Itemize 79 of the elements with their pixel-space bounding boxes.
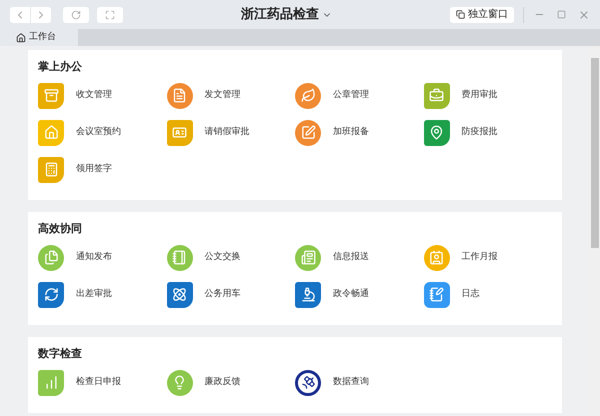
app-tile[interactable] — [38, 120, 64, 146]
archive-icon — [44, 88, 58, 103]
app-tile[interactable] — [295, 244, 321, 270]
scrollbar-thumb[interactable] — [591, 58, 599, 248]
section-title: 数字检查 — [38, 346, 83, 362]
app-tile[interactable] — [166, 244, 192, 270]
notebook-pen-icon — [429, 287, 444, 302]
close-icon — [578, 8, 590, 20]
satellite-icon — [300, 375, 316, 390]
app-tile[interactable] — [424, 120, 450, 146]
app-tile[interactable] — [424, 282, 450, 308]
window-copy-icon — [456, 10, 465, 19]
app-label[interactable]: 领用签字 — [76, 162, 112, 176]
app-label[interactable]: 信息报送 — [333, 250, 369, 264]
app-label[interactable]: 出差审批 — [76, 288, 112, 302]
files-icon — [44, 250, 58, 265]
app-tile[interactable] — [38, 82, 64, 108]
app-label[interactable]: 工作月报 — [462, 250, 498, 264]
app-tile[interactable] — [424, 244, 450, 270]
app-label[interactable]: 公务用车 — [204, 288, 240, 302]
contact-icon — [429, 250, 444, 265]
atom-icon — [172, 287, 187, 302]
forward-button[interactable] — [31, 6, 51, 22]
tab[interactable]: 工作台 — [0, 29, 78, 46]
app-tile[interactable] — [38, 282, 64, 308]
app-tile[interactable] — [38, 370, 64, 396]
leaf-icon — [300, 88, 316, 103]
section-title: 高效协同 — [38, 221, 83, 237]
app-label[interactable]: 请销假审批 — [204, 126, 250, 140]
app-tile[interactable] — [166, 282, 192, 308]
document-icon — [172, 88, 187, 103]
app-label[interactable]: 收文管理 — [76, 88, 112, 102]
notebook-icon — [172, 250, 187, 265]
fullscreen-icon — [105, 10, 115, 20]
app-label[interactable]: 公文交换 — [204, 250, 240, 264]
detach-window-button[interactable]: 独立窗口 — [450, 6, 514, 22]
app-label[interactable]: 检查日申报 — [76, 376, 121, 390]
window-title: 浙江药品检查 — [241, 6, 319, 24]
refresh-icon — [44, 287, 58, 302]
app-label[interactable]: 会议室预约 — [76, 126, 121, 140]
home-icon — [16, 32, 26, 42]
app-label[interactable]: 防疫报批 — [462, 126, 498, 140]
app-label[interactable]: 通知发布 — [76, 250, 112, 264]
pen-icon — [300, 125, 316, 140]
app-tile[interactable] — [424, 82, 450, 108]
app-tile[interactable] — [38, 244, 64, 270]
app-label[interactable]: 费用审批 — [462, 88, 498, 102]
app-label[interactable]: 廉政反馈 — [204, 376, 240, 390]
close-button[interactable] — [578, 8, 590, 20]
app-label[interactable]: 公章管理 — [333, 88, 369, 102]
refresh-button[interactable] — [63, 6, 89, 22]
newspaper-icon — [300, 250, 316, 265]
app-tile[interactable] — [166, 370, 192, 396]
app-label[interactable]: 数据查询 — [333, 376, 369, 390]
map-pin-icon — [429, 125, 444, 140]
bar-chart-icon — [44, 375, 58, 390]
app-label[interactable]: 日志 — [462, 288, 480, 302]
app-tile[interactable] — [295, 120, 321, 146]
app-label[interactable]: 政令畅通 — [333, 288, 369, 302]
briefcase-icon — [429, 88, 444, 103]
app-tile[interactable] — [38, 156, 64, 182]
back-button[interactable] — [10, 6, 30, 22]
app-tile[interactable] — [295, 370, 321, 396]
refresh-icon — [71, 10, 81, 20]
app-label[interactable]: 加班报备 — [333, 126, 369, 140]
section-title: 掌上办公 — [38, 59, 83, 75]
app-label[interactable]: 发文管理 — [204, 88, 240, 102]
lightbulb-icon — [172, 375, 187, 390]
app-tile[interactable] — [166, 82, 192, 108]
microscope-icon — [300, 287, 316, 302]
maximize-icon — [557, 10, 566, 19]
maximize-button[interactable] — [557, 10, 566, 19]
id-card-icon — [172, 125, 187, 140]
app-tile[interactable] — [166, 120, 192, 146]
app-tile[interactable] — [295, 282, 321, 308]
app-tile[interactable] — [295, 82, 321, 108]
fullscreen-button[interactable] — [97, 6, 123, 22]
house-icon — [44, 125, 58, 140]
calculator-icon — [44, 162, 58, 177]
